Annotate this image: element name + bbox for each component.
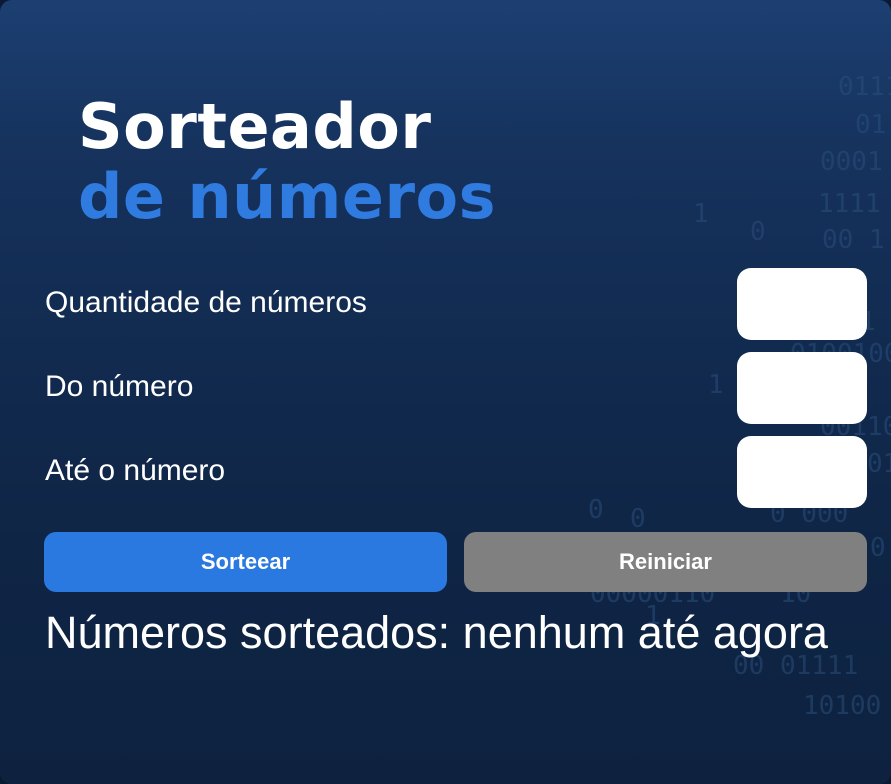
quantity-row: Quantidade de números [45,268,867,340]
reset-button[interactable]: Reiniciar [464,532,867,592]
svg-text:01: 01 [855,110,886,140]
page-title: Sorteador de números [78,92,496,232]
draw-button[interactable]: Sorteear [44,532,447,592]
svg-text:1111: 1111 [818,189,881,219]
from-row: Do número [45,352,867,424]
svg-text:00 1: 00 1 [822,225,885,255]
svg-text:0111: 0111 [838,72,891,102]
quantity-label: Quantidade de números [45,286,367,319]
svg-text:10100: 10100 [803,691,881,721]
svg-text:0: 0 [630,504,646,534]
to-row: Até o número [45,436,867,508]
to-number-input[interactable] [737,436,867,508]
app-card: 0111 01 0001 1 1111 0 00 1 11 1 01001001… [0,0,891,784]
drawn-numbers-result: Números sorteados: nenhum até agora [45,607,828,658]
title-line-1: Sorteador [78,90,432,163]
svg-text:0: 0 [870,533,886,563]
svg-text:0: 0 [750,217,766,247]
from-number-input[interactable] [737,352,867,424]
svg-text:1: 1 [693,199,709,229]
to-label: Até o número [45,454,226,487]
quantity-input[interactable] [737,268,867,340]
from-label: Do número [45,370,194,403]
title-line-2: de números [78,160,497,233]
svg-text:0001: 0001 [820,147,883,177]
